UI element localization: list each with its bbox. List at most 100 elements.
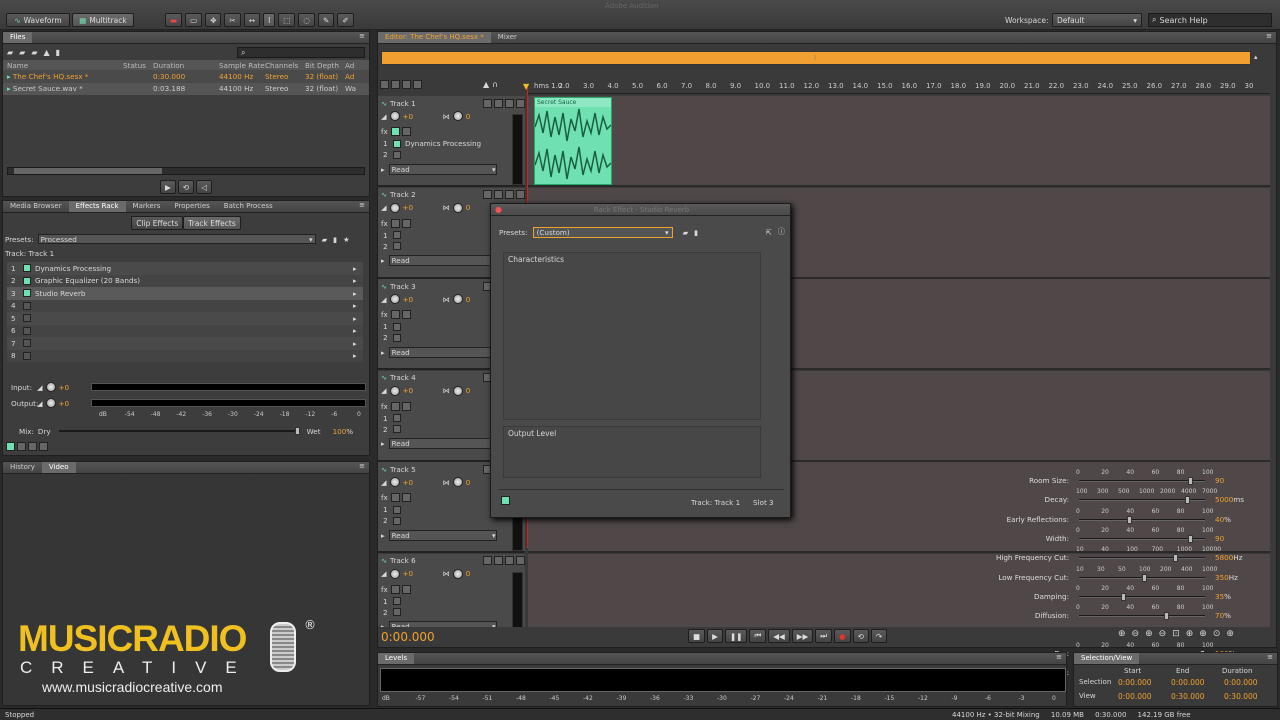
param-slider[interactable] [1079,496,1205,505]
spectral-display-icon[interactable]: ▬ [165,13,183,27]
param-slider[interactable] [1079,592,1205,601]
audio-clip[interactable]: Secret Sauce [534,97,612,185]
fx-power-icon[interactable] [390,584,400,594]
fast-forward-icon[interactable]: ▶▶ [791,629,814,643]
marquee-tool-icon[interactable]: ⬚ [278,13,296,27]
track-fx-slot[interactable]: 2 [378,149,525,160]
metronome-icon[interactable]: ▲ [483,80,489,89]
fx-edit-icon[interactable] [401,584,411,594]
volume-knob[interactable] [389,294,400,305]
tab-properties[interactable]: Properties [167,201,216,212]
tab-clip-effects[interactable]: Clip Effects [131,216,184,230]
power-toggle-icon[interactable] [393,231,401,239]
effect-slot[interactable]: 3 Studio Reverb ▸ [7,287,363,300]
playhead-marker-icon[interactable]: ▼ [523,82,529,91]
param-value[interactable]: 35 [1215,592,1224,601]
expand-automation-icon[interactable]: ▸ [381,256,385,265]
param-slider-thumb[interactable] [1173,554,1179,563]
param-slider[interactable] [1079,612,1205,621]
power-toggle-icon[interactable] [23,264,31,273]
effect-slot[interactable]: 7 ▸ [7,337,363,350]
panel-menu-icon[interactable]: ≡ [1267,653,1277,664]
effect-slot[interactable]: 4 ▸ [7,299,363,312]
play-icon[interactable]: ▶ [160,180,176,194]
power-toggle-icon[interactable] [23,301,31,310]
slip-tool-icon[interactable]: ↔ [243,13,261,27]
param-slider[interactable] [1079,534,1205,543]
view-duration[interactable]: 0:30.000 [1224,692,1258,701]
insert-icon[interactable]: ▲ [43,48,49,57]
zoom-out-time-icon[interactable]: ⊖ [1159,629,1167,639]
power-toggle-icon[interactable] [393,608,401,616]
tab-effects-rack[interactable]: Effects Rack [68,201,126,212]
param-slider-thumb[interactable] [1127,515,1133,524]
fx-edit-icon[interactable] [401,310,411,320]
tab-selection-view[interactable]: Selection/View [1074,653,1140,664]
chevron-right-icon[interactable]: ▸ [353,314,363,323]
arm-record-icon[interactable] [505,98,514,108]
power-toggle-icon[interactable] [23,351,31,360]
track-header[interactable]: ∿ Track 1 ◢ +0 ⋈ 0 fx 1 Dynamics Processing 2 ▸ Rea… [378,96,525,187]
track-pan[interactable]: 0 [466,386,471,395]
loop-icon[interactable]: ⟲ [177,180,195,194]
current-time[interactable]: 0:00.000 [381,630,435,644]
tab-track-effects[interactable]: Track Effects [183,216,241,230]
fx-icon[interactable]: fx [381,493,388,502]
mute-icon[interactable] [483,556,492,565]
move-icon[interactable] [380,80,389,89]
monitor-icon[interactable] [516,556,525,565]
trash-icon[interactable]: ▮ [333,235,337,244]
track-name[interactable]: Track 6 [390,556,481,565]
time-ruler[interactable]: hms 1.0 2.0 3.0 4.0 5.0 6.0 7.0 8.0 9.0 10.0 11.0 1… [528,80,1270,94]
lasso-tool-icon[interactable]: ◌ [298,13,315,27]
tab-media-browser[interactable]: Media Browser [3,201,69,212]
volume-knob[interactable] [389,202,400,213]
param-value[interactable]: 5000 [1215,495,1233,504]
param-slider-thumb[interactable] [1121,592,1127,601]
param-value[interactable]: 90 [1215,534,1224,543]
power-toggle-icon[interactable] [393,139,401,148]
tab-files[interactable]: Files [3,32,33,43]
chevron-right-icon[interactable]: ▸ [353,339,363,348]
chevron-right-icon[interactable]: ▸ [353,276,363,285]
power-toggle-icon[interactable] [393,242,401,250]
param-slider[interactable] [1079,554,1205,563]
param-value[interactable]: 5800 [1215,553,1233,562]
mix-slider-thumb[interactable] [294,427,300,436]
zoom-tracks-icon[interactable]: ⊕ [1226,629,1234,639]
move-tool-icon[interactable]: ✥ [205,13,222,27]
dialog-presets-select[interactable]: (Custom) ▾ [532,226,673,238]
track-pan[interactable]: 0 [466,478,471,487]
pan-knob[interactable] [452,294,463,305]
favorite-star-icon[interactable]: ★ [343,235,349,244]
import-icon[interactable]: ▰ [19,48,25,57]
track-volume[interactable]: +0 [403,295,443,304]
automation-mode-select[interactable]: Read▾ [388,255,497,267]
spot-healing-icon[interactable]: ✐ [337,13,354,27]
arm-record-icon[interactable] [505,190,514,199]
monitor-icon[interactable] [516,190,525,199]
list-icon[interactable] [17,442,26,451]
tab-batch-process[interactable]: Batch Process [217,201,280,212]
automation-mode-select[interactable]: Read▾ [388,438,497,450]
selection-duration[interactable]: 0:00.000 [1224,678,1258,687]
track-volume[interactable]: +0 [403,386,443,395]
pan-knob[interactable] [452,111,463,122]
track-volume[interactable]: +0 [403,478,443,487]
effects-presets-select[interactable]: Processed ▾ [37,234,316,245]
brush-tool-icon[interactable]: ✎ [317,13,335,27]
chevron-right-icon[interactable]: ▸ [353,289,363,298]
scroll-thumb[interactable] [14,168,162,174]
pan-knob[interactable] [452,568,463,579]
volume-knob[interactable] [389,477,400,488]
search-field[interactable]: ⌕ Search Help [1148,13,1272,27]
loop-icon[interactable]: ⟲ [852,629,869,643]
new-file-icon[interactable]: ▰ [31,48,37,57]
fx-icon[interactable]: fx [381,127,388,136]
param-slider-thumb[interactable] [1163,612,1169,621]
trash-icon[interactable]: ▮ [56,48,60,57]
overview-zoom-bar[interactable]: ⁞ [381,51,1251,65]
expand-automation-icon[interactable]: ▸ [381,531,385,540]
power-toggle-icon[interactable] [23,339,31,348]
fx-icon[interactable]: fx [381,310,388,319]
